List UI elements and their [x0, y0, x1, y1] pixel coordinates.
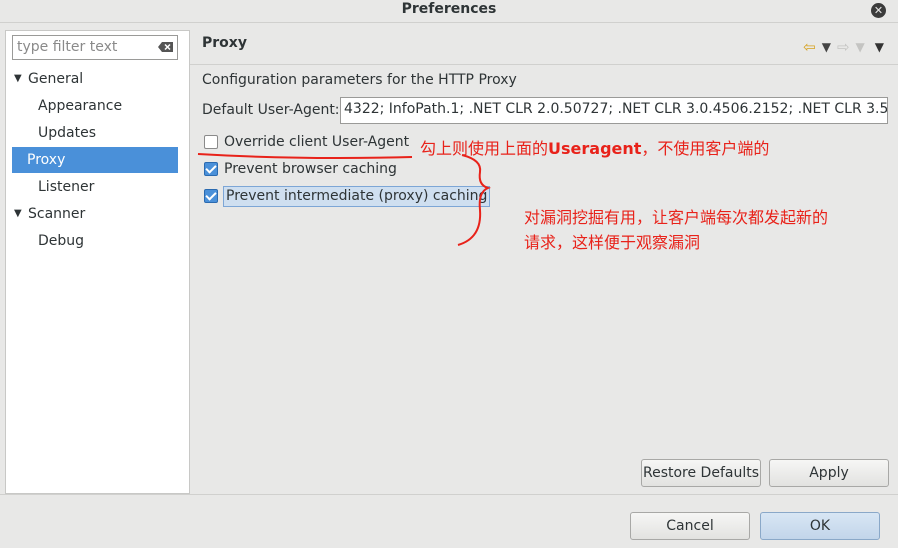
annotation-text: ，不使用客户端的 [641, 139, 770, 158]
annotation-brace [457, 154, 492, 246]
annotation-text-bold: Useragent [548, 139, 642, 158]
annotation-caching-note-line2: 请求，这样便于观察漏洞 [524, 233, 701, 252]
annotation-text: 勾上则使用上面的 [420, 139, 549, 158]
annotation-override-note: 勾上则使用上面的Useragent，不使用客户端的 [420, 135, 769, 159]
annotation-strokes [197, 153, 492, 246]
annotation-underline [197, 153, 413, 159]
annotation-caching-note-line1: 对漏洞挖掘有用，让客户端每次都发起新的 [524, 208, 829, 227]
